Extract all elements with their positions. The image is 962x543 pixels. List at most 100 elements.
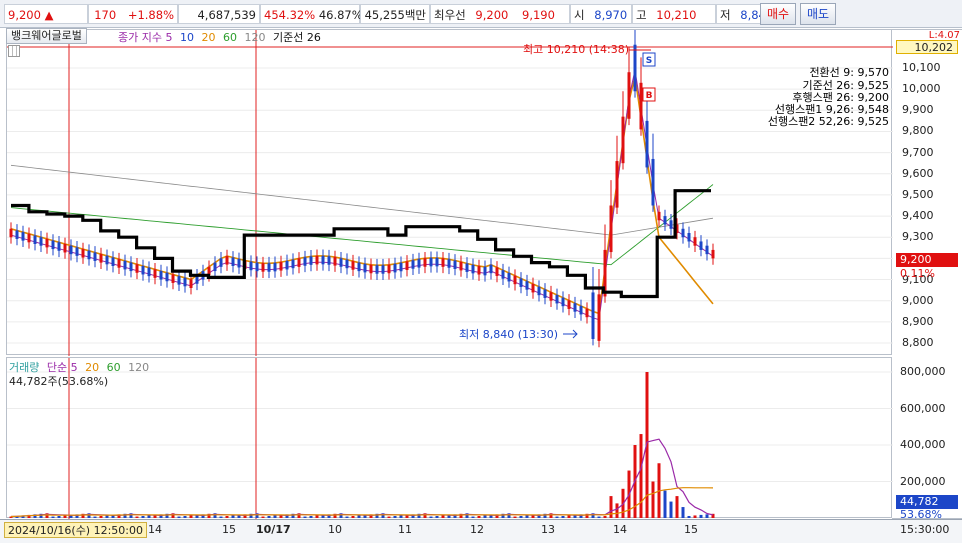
- ichimoku-values: 전환선 9: 9,570 기준선 26: 9,525 후행스팬 26: 9,20…: [768, 66, 889, 128]
- candle-body: [573, 303, 577, 312]
- candle-body: [339, 258, 343, 267]
- candle-body: [489, 264, 493, 274]
- volume-bar: [651, 481, 655, 518]
- volume-bar: [345, 516, 349, 518]
- candle-body: [585, 308, 589, 318]
- candle-body: [333, 257, 337, 266]
- low-annotation: 최저 8,840 (13:30): [459, 328, 558, 341]
- high-annotation: 최고 10,210 (14:38): [523, 43, 629, 56]
- volume-bar: [669, 501, 673, 518]
- candle-body: [369, 264, 373, 274]
- high-label: 고: [636, 8, 647, 22]
- candle-body: [693, 237, 697, 246]
- volume-gridlines: [7, 371, 893, 482]
- candle-body: [33, 235, 37, 244]
- volume-bar: [441, 515, 445, 518]
- candle-body: [375, 265, 379, 274]
- best-bid: 9,190: [522, 8, 555, 22]
- stock-selector[interactable]: 뱅크웨어글로벌: [6, 28, 87, 44]
- price-chart-svg: S B 최고 10,210 (14:38) 최저 8,840 (13:30) 전…: [7, 19, 893, 356]
- candle-body: [51, 240, 55, 250]
- candle-body: [639, 82, 643, 130]
- volume-bar: [177, 516, 181, 518]
- open-label: 시: [574, 8, 585, 22]
- candle-body: [111, 257, 115, 266]
- date-label: 10/17: [256, 523, 291, 536]
- price-tick-label: 8,900: [902, 314, 934, 328]
- price-legend: 종가 지수 5 10 20 60 120 기준선 26: [118, 29, 321, 45]
- candle-body: [291, 259, 295, 269]
- cursor-date-label: 2024/10/16(수) 12:50:00: [4, 522, 148, 538]
- volume-bar: [63, 515, 67, 518]
- up-arrow-icon: ▲: [44, 8, 54, 22]
- candle-body: [45, 238, 49, 248]
- price-chart-panel[interactable]: S B 최고 10,210 (14:38) 최저 8,840 (13:30) 전…: [6, 19, 893, 356]
- candle-body: [513, 275, 517, 285]
- price-gridlines: [7, 67, 893, 344]
- candle-body: [567, 300, 571, 309]
- candle-body: [75, 247, 79, 256]
- candle-body: [519, 278, 523, 287]
- grid-toggle-icon[interactable]: [8, 45, 20, 57]
- amount-cell: 45,255백만: [360, 4, 430, 24]
- price-tick-label: 9,600: [902, 166, 934, 180]
- volume-ma5-line: [10, 438, 714, 518]
- volume-bar: [561, 515, 565, 518]
- volume-cell: 4,687,539: [178, 4, 260, 24]
- candle-body: [297, 258, 301, 267]
- volume-ma120-label: 120: [128, 361, 150, 374]
- candle-body: [537, 286, 541, 296]
- volume-value: 44,782주(53.68%): [9, 375, 109, 388]
- volume-bar: [597, 516, 601, 518]
- candle-body: [321, 255, 325, 265]
- quote-bar: 9,200 ▲ 170 +1.88% 4,687,539 454.32% 46.…: [0, 0, 962, 28]
- high-cell: 고 10,210: [632, 4, 716, 24]
- best-quote-cell: 최우선 9,200 9,190: [430, 4, 570, 24]
- candle-body: [279, 262, 283, 271]
- date-axis[interactable]: 2024/10/16(수) 12:50:00 14 15 10/17 10 11 12 13…: [0, 519, 962, 543]
- current-price: 9,200 ▲: [4, 4, 88, 24]
- volume-bar: [429, 516, 433, 518]
- candle-body: [699, 241, 703, 250]
- price-tick-label: 9,000: [902, 293, 934, 307]
- candle-body: [171, 274, 175, 283]
- current-pct: 0.11%: [900, 267, 935, 280]
- candle-body: [39, 237, 43, 246]
- date-label: 10: [328, 523, 342, 536]
- volume-ma60-label: 60: [106, 361, 121, 374]
- sell-button[interactable]: 매도: [800, 3, 836, 25]
- candle-body: [159, 271, 163, 280]
- volume-ma20-line: [10, 487, 714, 518]
- ma10-label: 10: [179, 31, 194, 44]
- candle-body: [189, 279, 193, 288]
- candle-body: [255, 262, 259, 272]
- date-label: 15: [684, 523, 698, 536]
- candle-body: [633, 44, 637, 92]
- volume-bar: [51, 516, 55, 518]
- volume-bar: [273, 515, 277, 518]
- price-tick-label: 9,900: [902, 103, 934, 117]
- volume-bar: [687, 515, 691, 518]
- candle-body: [525, 281, 529, 290]
- value-axis[interactable]: L:4.07 10,202 10,100 10,000 9,900 9,800 9,70…: [892, 29, 962, 521]
- candle-body: [429, 257, 433, 267]
- candle-body: [393, 263, 397, 273]
- buy-button[interactable]: 매수: [760, 3, 796, 25]
- candle-body: [531, 283, 535, 293]
- candle-body: [501, 270, 505, 279]
- volume-chart-panel[interactable]: 거래량 단순 5 20 60 120 44,782주(53.68%): [6, 357, 893, 519]
- volume-tick-label: 800,000: [900, 365, 946, 378]
- candle-body: [351, 261, 355, 270]
- candle-body: [555, 294, 559, 304]
- date-label: 15: [222, 523, 236, 536]
- candle-body: [141, 266, 145, 275]
- candle-body: [309, 256, 313, 265]
- candle-body: [627, 72, 631, 119]
- candle-body: [465, 263, 469, 272]
- volume-bar: [99, 515, 103, 518]
- price-tick-label: 9,800: [902, 124, 934, 138]
- price-tick-label: 9,700: [902, 145, 934, 159]
- candle-body: [261, 263, 265, 272]
- volume-ratio: 454.32%: [264, 8, 316, 22]
- candle-body: [423, 258, 427, 267]
